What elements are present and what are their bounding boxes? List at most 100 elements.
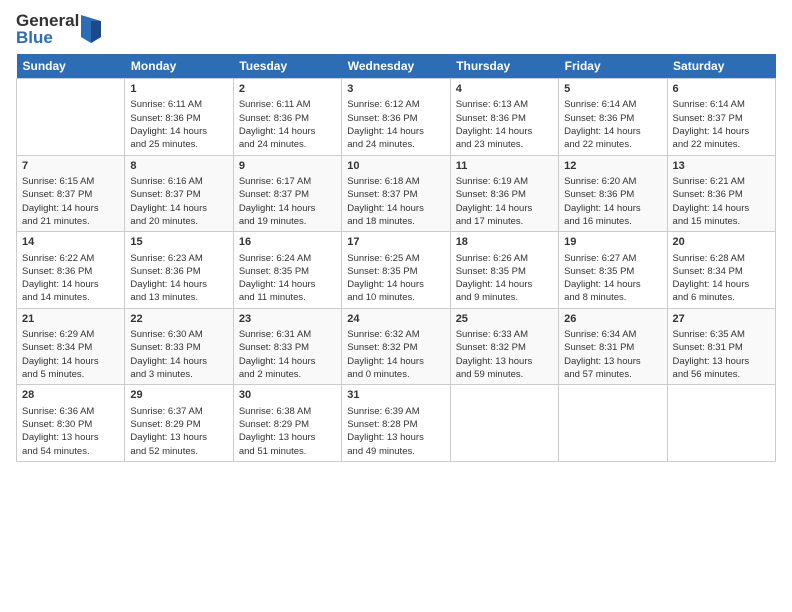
week-row-4: 21Sunrise: 6:29 AM Sunset: 8:34 PM Dayli…: [17, 308, 776, 385]
day-info-31: Sunrise: 6:39 AM Sunset: 8:28 PM Dayligh…: [347, 405, 444, 458]
day-number-10: 10: [347, 159, 444, 174]
day-info-5: Sunrise: 6:14 AM Sunset: 8:36 PM Dayligh…: [564, 98, 661, 151]
calendar-table: SundayMondayTuesdayWednesdayThursdayFrid…: [16, 54, 776, 462]
day-number-6: 6: [673, 82, 770, 97]
day-7: 7Sunrise: 6:15 AM Sunset: 8:37 PM Daylig…: [17, 155, 125, 232]
day-info-21: Sunrise: 6:29 AM Sunset: 8:34 PM Dayligh…: [22, 328, 119, 381]
day-number-25: 25: [456, 312, 553, 327]
week-row-2: 7Sunrise: 6:15 AM Sunset: 8:37 PM Daylig…: [17, 155, 776, 232]
page: General Blue SundayMondayTuesdayWednesda…: [0, 0, 792, 612]
day-number-20: 20: [673, 235, 770, 250]
day-number-29: 29: [130, 388, 227, 403]
day-17: 17 Sunrise: 6:25 AM Sunset: 8:35 PM Dayli…: [342, 232, 450, 309]
day-number-18: 18: [456, 235, 553, 250]
day-empty: [17, 79, 125, 156]
day-16: 16 Sunrise: 6:24 AM Sunset: 8:35 PM Dayli…: [233, 232, 341, 309]
day-number-2: 2: [239, 82, 336, 97]
day-number-31: 31: [347, 388, 444, 403]
day-18: 18 Sunrise: 6:26 AM Sunset: 8:35 PM Dayli…: [450, 232, 558, 309]
day-number-19: 19: [564, 235, 661, 250]
day-12: 12Sunrise: 6:20 AM Sunset: 8:36 PM Dayli…: [559, 155, 667, 232]
day-info-20: Sunrise: 6:28 AM Sunset: 8:34 PM Dayligh…: [673, 252, 770, 305]
day-info-17: Sunrise: 6:25 AM Sunset: 8:35 PM Dayligh…: [347, 252, 444, 305]
day-info-28: Sunrise: 6:36 AM Sunset: 8:30 PM Dayligh…: [22, 405, 119, 458]
day-info-1: Sunrise: 6:11 AM Sunset: 8:36 PM Dayligh…: [130, 98, 227, 151]
logo-icon: [81, 15, 101, 43]
week-row-5: 28 Sunrise: 6:36 AM Sunset: 8:30 PM Dayli…: [17, 385, 776, 462]
week-row-3: 14 Sunrise: 6:22 AM Sunset: 8:36 PM Dayli…: [17, 232, 776, 309]
day-info-14: Sunrise: 6:22 AM Sunset: 8:36 PM Dayligh…: [22, 252, 119, 305]
day-info-18: Sunrise: 6:26 AM Sunset: 8:35 PM Dayligh…: [456, 252, 553, 305]
day-number-24: 24: [347, 312, 444, 327]
day-number-7: 7: [22, 159, 119, 174]
day-number-28: 28: [22, 388, 119, 403]
day-number-22: 22: [130, 312, 227, 327]
day-info-15: Sunrise: 6:23 AM Sunset: 8:36 PM Dayligh…: [130, 252, 227, 305]
day-number-23: 23: [239, 312, 336, 327]
day-info-8: Sunrise: 6:16 AM Sunset: 8:37 PM Dayligh…: [130, 175, 227, 228]
day-14: 14 Sunrise: 6:22 AM Sunset: 8:36 PM Dayli…: [17, 232, 125, 309]
weekday-wednesday: Wednesday: [342, 54, 450, 79]
day-1: 1Sunrise: 6:11 AM Sunset: 8:36 PM Daylig…: [125, 79, 233, 156]
day-info-4: Sunrise: 6:13 AM Sunset: 8:36 PM Dayligh…: [456, 98, 553, 151]
day-24: 24Sunrise: 6:32 AM Sunset: 8:32 PM Dayli…: [342, 308, 450, 385]
day-info-16: Sunrise: 6:24 AM Sunset: 8:35 PM Dayligh…: [239, 252, 336, 305]
day-8: 8Sunrise: 6:16 AM Sunset: 8:37 PM Daylig…: [125, 155, 233, 232]
day-number-12: 12: [564, 159, 661, 174]
weekday-sunday: Sunday: [17, 54, 125, 79]
weekday-header-row: SundayMondayTuesdayWednesdayThursdayFrid…: [17, 54, 776, 79]
day-empty: [450, 385, 558, 462]
day-number-16: 16: [239, 235, 336, 250]
day-number-8: 8: [130, 159, 227, 174]
day-number-1: 1: [130, 82, 227, 97]
day-23: 23Sunrise: 6:31 AM Sunset: 8:33 PM Dayli…: [233, 308, 341, 385]
day-28: 28 Sunrise: 6:36 AM Sunset: 8:30 PM Dayli…: [17, 385, 125, 462]
day-info-19: Sunrise: 6:27 AM Sunset: 8:35 PM Dayligh…: [564, 252, 661, 305]
day-info-7: Sunrise: 6:15 AM Sunset: 8:37 PM Dayligh…: [22, 175, 119, 228]
day-info-10: Sunrise: 6:18 AM Sunset: 8:37 PM Dayligh…: [347, 175, 444, 228]
day-number-17: 17: [347, 235, 444, 250]
day-number-26: 26: [564, 312, 661, 327]
day-info-13: Sunrise: 6:21 AM Sunset: 8:36 PM Dayligh…: [673, 175, 770, 228]
day-number-9: 9: [239, 159, 336, 174]
day-11: 11Sunrise: 6:19 AM Sunset: 8:36 PM Dayli…: [450, 155, 558, 232]
day-number-13: 13: [673, 159, 770, 174]
day-29: 29 Sunrise: 6:37 AM Sunset: 8:29 PM Dayli…: [125, 385, 233, 462]
day-5: 5Sunrise: 6:14 AM Sunset: 8:36 PM Daylig…: [559, 79, 667, 156]
day-31: 31 Sunrise: 6:39 AM Sunset: 8:28 PM Dayli…: [342, 385, 450, 462]
day-number-5: 5: [564, 82, 661, 97]
day-20: 20 Sunrise: 6:28 AM Sunset: 8:34 PM Dayli…: [667, 232, 775, 309]
day-info-6: Sunrise: 6:14 AM Sunset: 8:37 PM Dayligh…: [673, 98, 770, 151]
day-9: 9Sunrise: 6:17 AM Sunset: 8:37 PM Daylig…: [233, 155, 341, 232]
day-15: 15 Sunrise: 6:23 AM Sunset: 8:36 PM Dayli…: [125, 232, 233, 309]
day-21: 21Sunrise: 6:29 AM Sunset: 8:34 PM Dayli…: [17, 308, 125, 385]
day-info-26: Sunrise: 6:34 AM Sunset: 8:31 PM Dayligh…: [564, 328, 661, 381]
day-info-24: Sunrise: 6:32 AM Sunset: 8:32 PM Dayligh…: [347, 328, 444, 381]
day-number-27: 27: [673, 312, 770, 327]
day-6: 6Sunrise: 6:14 AM Sunset: 8:37 PM Daylig…: [667, 79, 775, 156]
day-number-30: 30: [239, 388, 336, 403]
day-22: 22Sunrise: 6:30 AM Sunset: 8:33 PM Dayli…: [125, 308, 233, 385]
day-27: 27Sunrise: 6:35 AM Sunset: 8:31 PM Dayli…: [667, 308, 775, 385]
day-info-29: Sunrise: 6:37 AM Sunset: 8:29 PM Dayligh…: [130, 405, 227, 458]
weekday-monday: Monday: [125, 54, 233, 79]
day-26: 26Sunrise: 6:34 AM Sunset: 8:31 PM Dayli…: [559, 308, 667, 385]
day-info-23: Sunrise: 6:31 AM Sunset: 8:33 PM Dayligh…: [239, 328, 336, 381]
day-10: 10Sunrise: 6:18 AM Sunset: 8:37 PM Dayli…: [342, 155, 450, 232]
day-2: 2Sunrise: 6:11 AM Sunset: 8:36 PM Daylig…: [233, 79, 341, 156]
weekday-tuesday: Tuesday: [233, 54, 341, 79]
day-25: 25Sunrise: 6:33 AM Sunset: 8:32 PM Dayli…: [450, 308, 558, 385]
day-info-30: Sunrise: 6:38 AM Sunset: 8:29 PM Dayligh…: [239, 405, 336, 458]
day-number-21: 21: [22, 312, 119, 327]
day-info-27: Sunrise: 6:35 AM Sunset: 8:31 PM Dayligh…: [673, 328, 770, 381]
week-row-1: 1Sunrise: 6:11 AM Sunset: 8:36 PM Daylig…: [17, 79, 776, 156]
day-number-3: 3: [347, 82, 444, 97]
day-number-15: 15: [130, 235, 227, 250]
day-30: 30 Sunrise: 6:38 AM Sunset: 8:29 PM Dayli…: [233, 385, 341, 462]
weekday-friday: Friday: [559, 54, 667, 79]
day-number-14: 14: [22, 235, 119, 250]
day-info-25: Sunrise: 6:33 AM Sunset: 8:32 PM Dayligh…: [456, 328, 553, 381]
logo: General Blue: [16, 12, 101, 46]
day-4: 4Sunrise: 6:13 AM Sunset: 8:36 PM Daylig…: [450, 79, 558, 156]
day-empty: [559, 385, 667, 462]
